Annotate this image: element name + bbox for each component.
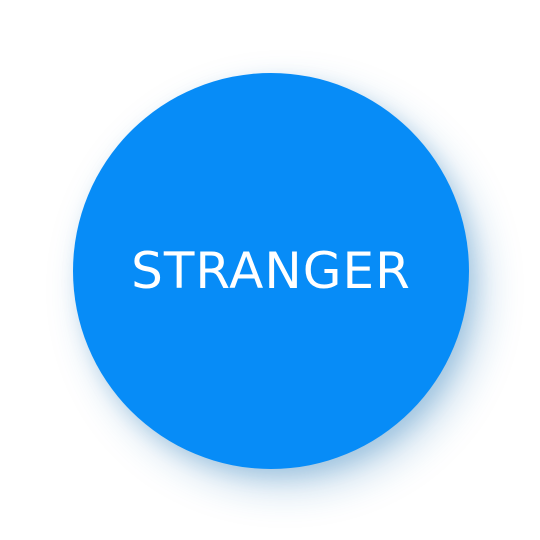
page-canvas: STRANGER: [0, 0, 540, 540]
stranger-button[interactable]: STRANGER: [73, 73, 469, 469]
stranger-button-label: STRANGER: [131, 242, 411, 300]
